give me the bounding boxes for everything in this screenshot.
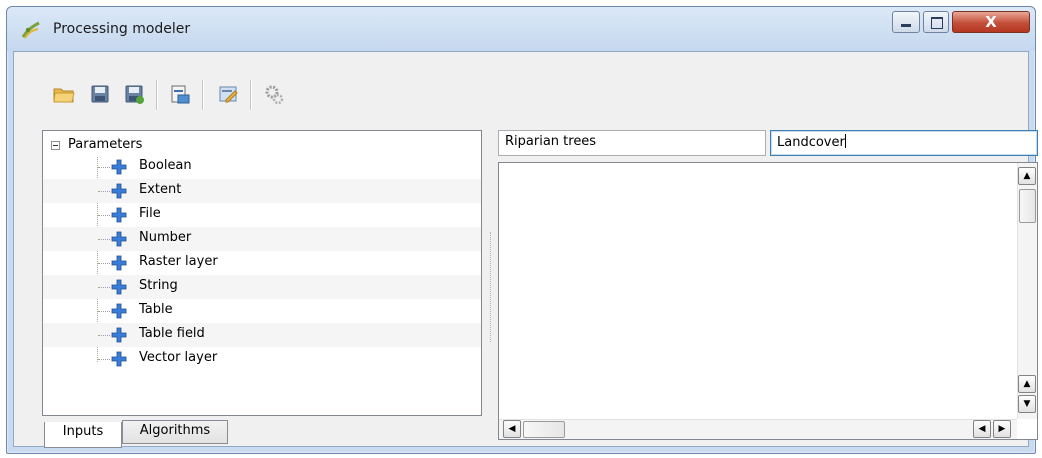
tree-connector xyxy=(98,335,110,336)
vertical-scrollbar[interactable]: ▲ ▲ ▼ xyxy=(1017,163,1037,419)
vertical-scroll-thumb[interactable] xyxy=(1019,189,1036,223)
scroll-up-small-icon[interactable]: ▲ xyxy=(1018,375,1036,393)
tree-item-label: Boolean xyxy=(139,158,192,173)
collapse-icon[interactable] xyxy=(51,141,60,150)
model-group-value: Landcover xyxy=(777,135,845,150)
model-canvas[interactable]: ▲ ▲ ▼ ◀ ◀ ▶ xyxy=(498,162,1038,440)
plus-icon xyxy=(111,303,127,319)
tree-item-label: String xyxy=(139,278,178,293)
window-title: Processing modeler xyxy=(53,21,191,37)
tab-inputs[interactable]: Inputs xyxy=(44,422,122,448)
tree-connector xyxy=(98,215,110,216)
tree-item[interactable]: Table xyxy=(43,299,481,323)
toolbar-separator xyxy=(250,80,252,110)
tab-algorithms[interactable]: Algorithms xyxy=(122,420,228,444)
parameter-list: Boolean Extent File Number Raster layer Strin… xyxy=(43,155,481,371)
tree-item[interactable]: Raster layer xyxy=(43,251,481,275)
tree-item[interactable]: Number xyxy=(43,227,481,251)
tree-item-label: Extent xyxy=(139,182,182,197)
tree-root-label: Parameters xyxy=(68,137,143,152)
tree-connector xyxy=(98,191,110,192)
edit-help-button[interactable] xyxy=(216,82,240,106)
save-as-button[interactable] xyxy=(122,82,146,106)
model-name-value: Riparian trees xyxy=(505,134,597,149)
splitter-handle[interactable] xyxy=(490,232,493,342)
save-button[interactable] xyxy=(88,82,112,106)
model-name-field[interactable]: Riparian trees xyxy=(498,130,766,156)
maximize-button[interactable] xyxy=(923,11,949,33)
tree-item-label: Table xyxy=(139,302,173,317)
toolbar-separator xyxy=(202,80,204,110)
qgis-processing-icon xyxy=(21,21,40,39)
plus-icon xyxy=(111,183,127,199)
tree-item[interactable]: Vector layer xyxy=(43,347,481,371)
scroll-down-icon[interactable]: ▼ xyxy=(1018,395,1036,413)
tree-item-label: Raster layer xyxy=(139,254,218,269)
horizontal-scrollbar[interactable]: ◀ ◀ ▶ xyxy=(499,419,1017,439)
close-icon: X xyxy=(985,13,997,31)
close-button[interactable]: X xyxy=(952,11,1030,33)
plus-icon xyxy=(111,327,127,343)
tree-item[interactable]: File xyxy=(43,203,481,227)
tree-item-label: Number xyxy=(139,230,192,245)
processing-modeler-window: Processing modeler X Parameters Boolean … xyxy=(6,6,1038,454)
plus-icon xyxy=(111,255,127,271)
scroll-right-icon[interactable]: ▶ xyxy=(993,420,1011,438)
tree-connector xyxy=(98,287,110,288)
plus-icon xyxy=(111,231,127,247)
tree-connector xyxy=(98,311,110,312)
export-image-button[interactable] xyxy=(168,82,192,106)
plus-icon xyxy=(111,279,127,295)
tree-item-label: File xyxy=(139,206,161,221)
horizontal-scroll-thumb[interactable] xyxy=(523,421,565,438)
tree-connector xyxy=(98,263,110,264)
inputs-tree-panel[interactable]: Parameters Boolean Extent File Number Raster… xyxy=(42,130,482,416)
tree-connector xyxy=(98,359,110,360)
gears-icon xyxy=(265,85,284,105)
floppy-disk-icon xyxy=(91,85,109,103)
title-bar[interactable]: Processing modeler X xyxy=(7,7,1035,51)
open-model-button[interactable] xyxy=(52,82,76,106)
model-group-field[interactable]: Landcover xyxy=(770,130,1038,156)
floppy-disk-plus-icon xyxy=(125,85,144,104)
scroll-up-icon[interactable]: ▲ xyxy=(1018,167,1036,185)
scroll-left-icon[interactable]: ◀ xyxy=(503,420,521,438)
tree-item-label: Vector layer xyxy=(139,350,218,365)
tree-item[interactable]: Table field xyxy=(43,323,481,347)
plus-icon xyxy=(111,159,127,175)
edit-help-icon xyxy=(219,86,238,103)
tree-item[interactable]: String xyxy=(43,275,481,299)
tree-item[interactable]: Extent xyxy=(43,179,481,203)
tree-item-label: Table field xyxy=(139,326,205,341)
scroll-left-small-icon[interactable]: ◀ xyxy=(973,420,991,438)
plus-icon xyxy=(111,207,127,223)
tree-connector xyxy=(98,167,110,168)
toolbar xyxy=(44,78,444,112)
toolbar-separator xyxy=(156,80,158,110)
tree-connector xyxy=(98,239,110,240)
minimize-button[interactable] xyxy=(892,11,920,33)
folder-open-icon xyxy=(53,88,75,103)
text-cursor xyxy=(844,134,846,148)
tree-item[interactable]: Boolean xyxy=(43,155,481,179)
plus-icon xyxy=(111,351,127,367)
export-image-icon xyxy=(171,85,190,104)
run-model-button[interactable] xyxy=(262,82,286,106)
modeler-client-area: Parameters Boolean Extent File Number Raster… xyxy=(13,51,1038,448)
